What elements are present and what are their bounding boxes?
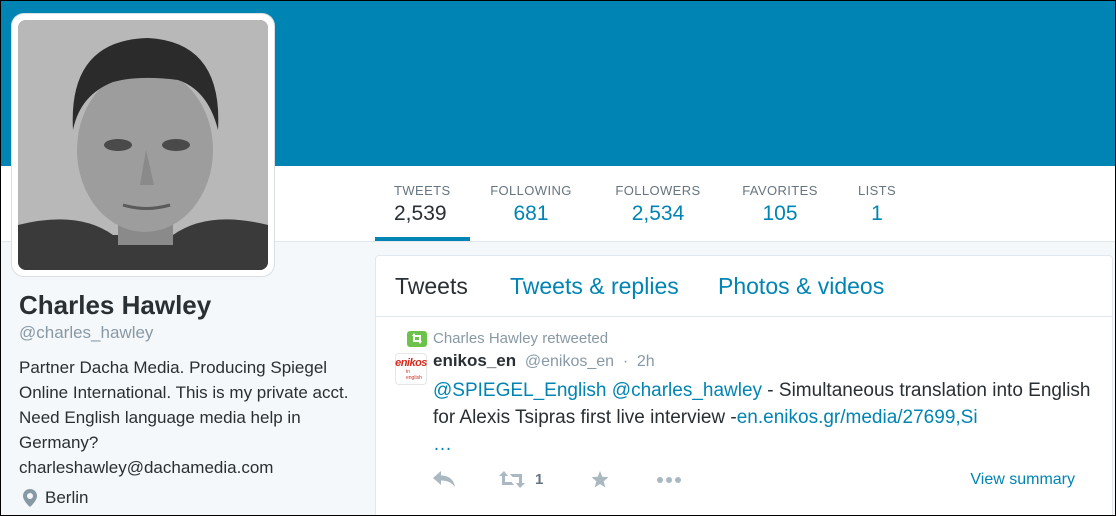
tweet-author-handle[interactable]: @enikos_en — [525, 353, 614, 370]
profile-page: TWEETS 2,539 FOLLOWING 681 FOLLOWERS 2,5… — [0, 0, 1116, 516]
tweet-separator: · — [622, 353, 629, 370]
tab-photos-videos[interactable]: Photos & videos — [718, 273, 884, 300]
retweet-context: Charles Hawley retweeted — [407, 330, 608, 347]
stat-lists-value: 1 — [871, 202, 883, 225]
tab-tweets[interactable]: Tweets — [395, 273, 468, 300]
stat-lists[interactable]: LISTS 1 — [849, 183, 905, 226]
stat-lists-label: LISTS — [857, 183, 897, 198]
profile-avatar[interactable] — [12, 14, 274, 276]
star-icon — [591, 471, 609, 488]
stat-tweets-label: TWEETS — [394, 183, 451, 198]
retweet-count: 1 — [535, 471, 544, 488]
stat-following-label: FOLLOWING — [490, 183, 572, 198]
active-stat-indicator — [375, 237, 470, 241]
tweet-header: enikos_en @enikos_en · 2h — [433, 351, 655, 371]
tweet-actions: 1 View summary — [433, 471, 1093, 493]
reply-button[interactable] — [433, 471, 455, 488]
mention-charles[interactable]: @charles_hawley — [612, 380, 762, 401]
profile-email: charleshawley@dachamedia.com — [19, 458, 274, 477]
tweet-ellipsis[interactable]: … — [433, 431, 1097, 458]
retweet-context-text[interactable]: Charles Hawley retweeted — [433, 330, 608, 347]
stat-following[interactable]: FOLLOWING 681 — [485, 183, 577, 226]
profile-name[interactable]: Charles Hawley — [19, 289, 349, 321]
profile-bio: Partner Dacha Media. Producing Spiegel O… — [19, 358, 349, 452]
stat-following-value: 681 — [513, 202, 549, 225]
location-pin-icon — [23, 489, 37, 507]
tweet-text: @SPIEGEL_English @charles_hawley - Simul… — [433, 377, 1097, 458]
tweet-author-name[interactable]: enikos_en — [433, 351, 516, 370]
profile-card: Charles Hawley @charles_hawley Partner D… — [19, 289, 349, 480]
tab-tweets-replies[interactable]: Tweets & replies — [510, 273, 679, 300]
stat-favorites-label: FAVORITES — [742, 183, 818, 198]
enikos-logo-sub: in english — [406, 368, 422, 381]
stat-favorites-value: 105 — [762, 202, 798, 225]
tweet-author-avatar[interactable]: enikos in english — [395, 353, 427, 385]
retweet-icon — [499, 471, 525, 488]
stat-tweets[interactable]: TWEETS 2,539 — [385, 183, 472, 226]
stat-favorites[interactable]: FAVORITES 105 — [736, 183, 824, 226]
profile-location: Berlin — [23, 488, 88, 508]
more-button[interactable] — [656, 471, 682, 488]
tweet-timestamp[interactable]: 2h — [637, 353, 655, 370]
reply-icon — [433, 471, 455, 487]
stat-followers-value: 2,534 — [631, 202, 685, 225]
timeline-tabs: Tweets Tweets & replies Photos & videos — [376, 256, 1112, 317]
location-text: Berlin — [45, 488, 89, 507]
retweet-button[interactable]: 1 — [499, 471, 543, 488]
mention-spiegel[interactable]: @SPIEGEL_English — [433, 380, 607, 401]
stat-followers[interactable]: FOLLOWERS 2,534 — [609, 183, 707, 226]
avatar-portrait-graphic — [18, 20, 268, 270]
tweet-link[interactable]: en.enikos.gr/media/27699,Si — [737, 407, 978, 428]
favorite-button[interactable] — [591, 471, 609, 488]
view-summary-link[interactable]: View summary — [970, 471, 1075, 489]
stat-tweets-value: 2,539 — [394, 202, 447, 225]
enikos-logo: enikos — [395, 356, 427, 369]
avatar-photo — [18, 20, 268, 270]
profile-handle[interactable]: @charles_hawley — [19, 323, 349, 343]
more-dots-icon — [657, 477, 681, 483]
stat-followers-label: FOLLOWERS — [615, 183, 701, 198]
retweet-badge-icon — [407, 330, 427, 347]
